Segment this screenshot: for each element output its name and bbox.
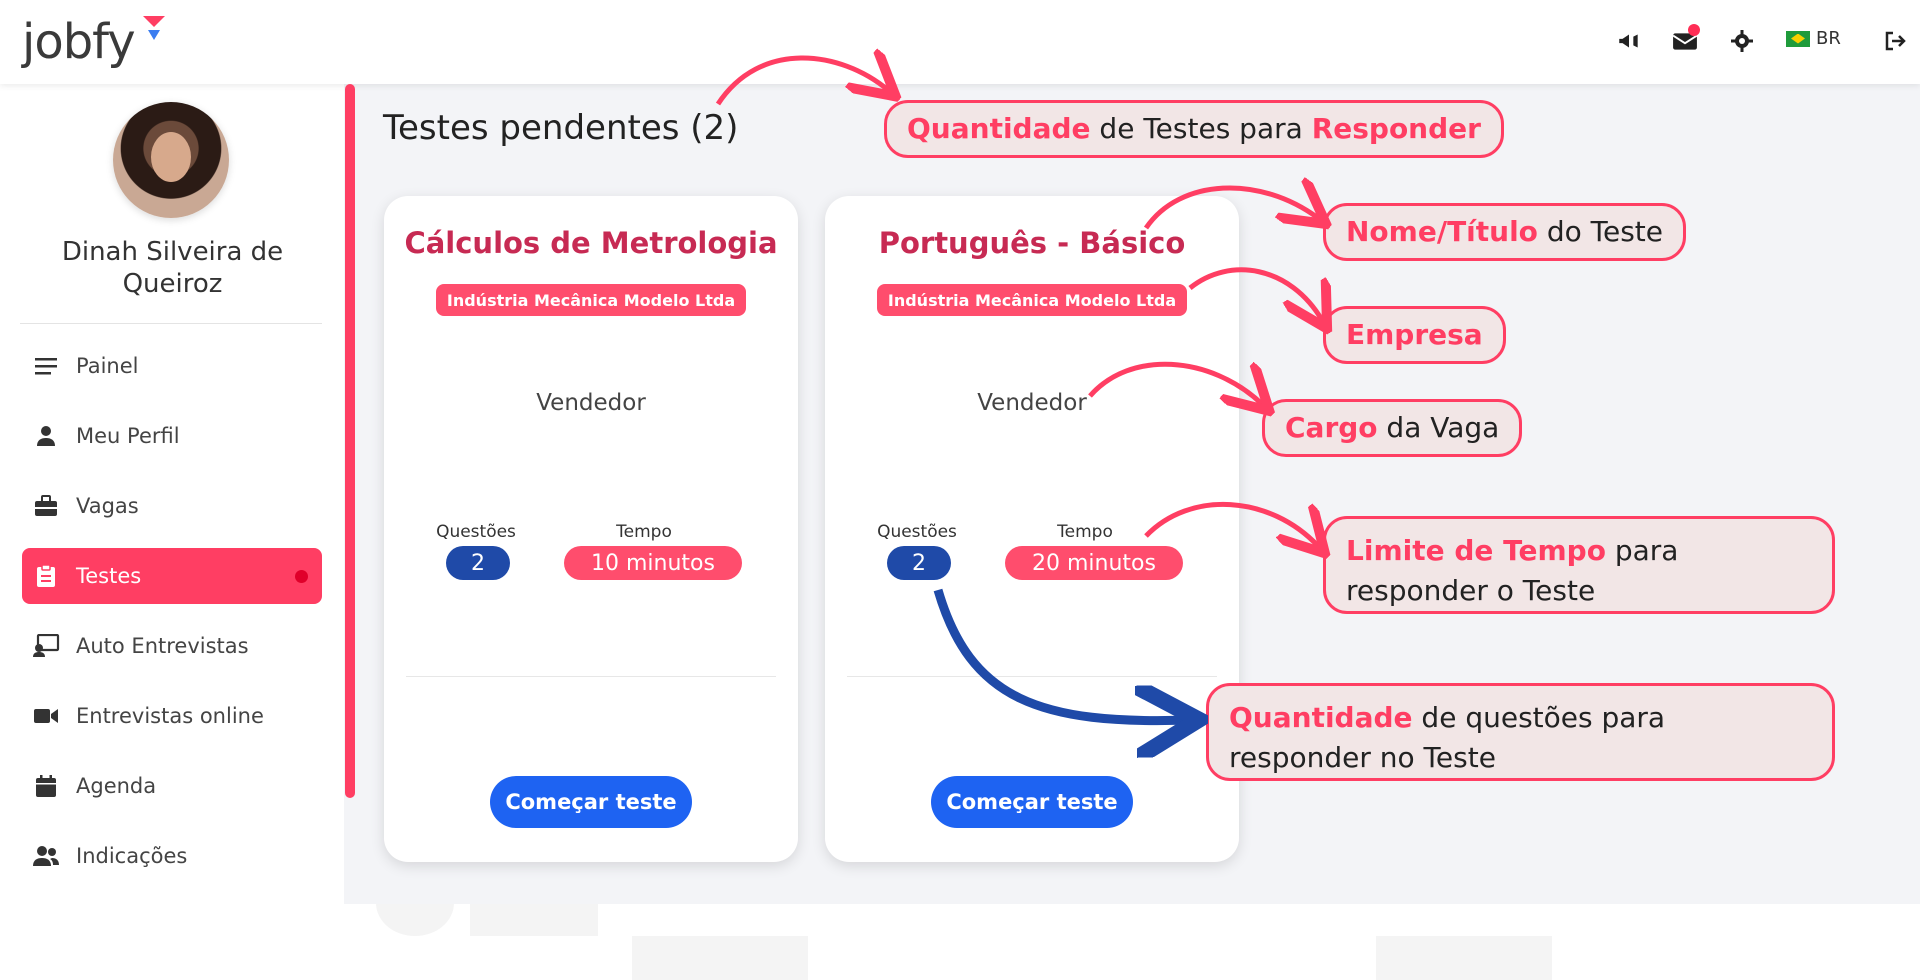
- avatar[interactable]: [113, 102, 229, 218]
- sidebar-item-indicacoes[interactable]: Indicações: [22, 828, 322, 884]
- sidebar-item-label: Painel: [76, 354, 139, 378]
- language-selector[interactable]: BR: [1786, 28, 1841, 49]
- user-icon: [32, 422, 60, 450]
- sidebar: Dinah Silveira de Queiroz Painel Meu Per…: [0, 84, 344, 900]
- notification-badge: [1688, 24, 1700, 36]
- background-shape: [1376, 936, 1552, 980]
- callout-bold: Limite de Tempo: [1346, 534, 1606, 567]
- sidebar-item-label: Vagas: [76, 494, 139, 518]
- test-card: Cálculos de Metrologia Indústria Mecânic…: [384, 196, 798, 862]
- avatar-face: [151, 132, 191, 182]
- callout-bold: Cargo: [1285, 411, 1378, 444]
- time-label: Tempo: [616, 522, 672, 542]
- callout-bold: Empresa: [1346, 318, 1483, 351]
- pending-indicator-dot: [295, 570, 308, 583]
- page-title: Testes pendentes (2): [383, 108, 739, 148]
- sidebar-item-label: Testes: [76, 564, 142, 588]
- sidebar-item-label: Auto Entrevistas: [76, 634, 249, 658]
- callout-bold: Responder: [1311, 112, 1481, 145]
- users-icon: [32, 842, 60, 870]
- callout-bold: Quantidade: [907, 112, 1091, 145]
- callout-tests-count: Quantidade de Testes para Responder: [884, 100, 1504, 158]
- questions-count-badge: 2: [446, 546, 510, 580]
- questions-label: Questões: [436, 522, 516, 542]
- sidebar-item-agenda[interactable]: Agenda: [22, 758, 322, 814]
- callout-text: da Vaga: [1377, 411, 1500, 444]
- settings-gear-icon[interactable]: [1727, 26, 1757, 56]
- logo-mark-icon: [143, 16, 165, 40]
- start-test-button[interactable]: Começar teste: [931, 776, 1133, 828]
- presentation-icon: [32, 632, 60, 660]
- card-divider: [406, 676, 776, 677]
- start-test-button[interactable]: Começar teste: [490, 776, 692, 828]
- callout-bold: Nome/Título: [1346, 215, 1538, 248]
- questions-label: Questões: [877, 522, 957, 542]
- briefcase-icon: [32, 492, 60, 520]
- sidebar-item-meu-perfil[interactable]: Meu Perfil: [22, 408, 322, 464]
- sidebar-divider: [20, 323, 322, 324]
- sidebar-item-label: Agenda: [76, 774, 157, 798]
- callout-text: de Testes para: [1090, 112, 1312, 145]
- mail-icon[interactable]: [1670, 24, 1700, 56]
- sidebar-scrollbar[interactable]: [345, 84, 355, 798]
- company-badge: Indústria Mecânica Modelo Ltda: [436, 284, 746, 316]
- background-shape: [632, 936, 808, 980]
- time-limit-badge: 20 minutos: [1005, 546, 1183, 580]
- test-title: Cálculos de Metrologia: [404, 226, 778, 260]
- test-card: Português - Básico Indústria Mecânica Mo…: [825, 196, 1239, 862]
- clipboard-icon: [32, 562, 60, 590]
- jobfy-logo[interactable]: jobfy: [22, 14, 136, 70]
- language-label: BR: [1816, 28, 1841, 49]
- logout-icon[interactable]: [1880, 26, 1910, 56]
- callout-questions-count: Quantidade de questões para responder no…: [1206, 683, 1835, 781]
- sidebar-item-entrevistas-online[interactable]: Entrevistas online: [22, 688, 322, 744]
- sidebar-item-vagas[interactable]: Vagas: [22, 478, 322, 534]
- sidebar-item-label: Meu Perfil: [76, 424, 180, 448]
- sidebar-item-label: Entrevistas online: [76, 704, 264, 728]
- callout-job-role: Cargo da Vaga: [1262, 399, 1523, 457]
- company-badge: Indústria Mecânica Modelo Ltda: [877, 284, 1187, 316]
- sidebar-item-painel[interactable]: Painel: [22, 338, 322, 394]
- user-name: Dinah Silveira de Queiroz: [61, 237, 284, 299]
- announcement-icon[interactable]: [1614, 26, 1644, 56]
- calendar-icon: [32, 772, 60, 800]
- callout-company: Empresa: [1323, 306, 1506, 364]
- sidebar-item-label: Indicações: [76, 844, 188, 868]
- time-limit-badge: 10 minutos: [564, 546, 742, 580]
- sidebar-item-auto-entrevistas[interactable]: Auto Entrevistas: [22, 618, 322, 674]
- top-header: jobfy BR: [0, 0, 1920, 84]
- callout-text: do Teste: [1537, 215, 1663, 248]
- brazil-flag-icon: [1786, 30, 1810, 47]
- job-role: Vendedor: [977, 390, 1087, 416]
- time-label: Tempo: [1057, 522, 1113, 542]
- callout-time-limit: Limite de Tempo para responder o Teste: [1323, 516, 1835, 614]
- sidebar-item-testes[interactable]: Testes: [22, 548, 322, 604]
- questions-count-badge: 2: [887, 546, 951, 580]
- video-icon: [32, 702, 60, 730]
- job-role: Vendedor: [536, 390, 646, 416]
- callout-bold: Quantidade: [1229, 701, 1413, 734]
- callout-test-name: Nome/Título do Teste: [1323, 203, 1686, 261]
- card-divider: [847, 676, 1217, 677]
- menu-icon: [32, 352, 60, 380]
- test-title: Português - Básico: [878, 226, 1186, 260]
